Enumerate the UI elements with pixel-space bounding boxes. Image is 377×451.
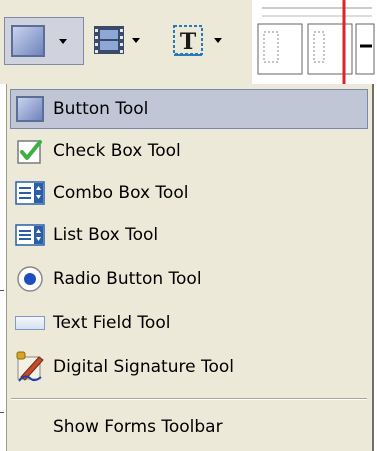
menu-item-label: List Box Tool bbox=[53, 225, 159, 245]
menu-item-radio-button-tool[interactable]: Radio Button Tool bbox=[11, 260, 367, 298]
menu-separator bbox=[11, 398, 367, 400]
radio-button-icon bbox=[15, 264, 45, 294]
button-tool-icon bbox=[11, 25, 45, 57]
button-tool-dropdown[interactable] bbox=[4, 17, 84, 65]
combo-box-icon bbox=[15, 178, 45, 208]
text-tool-dropdown[interactable]: T bbox=[168, 17, 246, 63]
menu-item-button-tool[interactable]: Button Tool bbox=[10, 89, 368, 129]
chevron-down-icon bbox=[59, 38, 67, 44]
menu-item-label: Radio Button Tool bbox=[53, 269, 202, 289]
chevron-down-icon bbox=[214, 37, 222, 43]
menu-item-label: Button Tool bbox=[53, 99, 149, 119]
menu-item-combo-box-tool[interactable]: Combo Box Tool bbox=[11, 174, 367, 212]
empty-icon-slot bbox=[15, 412, 45, 442]
svg-text:T: T bbox=[180, 29, 197, 55]
menu-item-label: Show Forms Toolbar bbox=[53, 417, 223, 437]
check-box-icon bbox=[15, 136, 45, 166]
edge-tick bbox=[0, 290, 4, 291]
text-box-icon: T bbox=[173, 25, 203, 56]
menu-item-list-box-tool[interactable]: List Box Tool bbox=[11, 216, 367, 254]
list-box-icon bbox=[15, 220, 45, 250]
forms-toolbar: T bbox=[0, 0, 253, 84]
menu-item-show-forms-toolbar[interactable]: Show Forms Toolbar bbox=[11, 408, 367, 446]
menu-item-label: Combo Box Tool bbox=[53, 183, 189, 203]
menu-item-label: Check Box Tool bbox=[53, 141, 181, 161]
menu-item-digital-signature-tool[interactable]: Digital Signature Tool bbox=[11, 348, 367, 386]
button-tool-icon bbox=[15, 94, 45, 124]
film-strip-icon bbox=[94, 26, 124, 54]
edge-tick bbox=[0, 412, 4, 413]
forms-tool-menu: Button Tool Check Box Tool Combo Box Too… bbox=[6, 84, 374, 451]
chevron-down-icon bbox=[132, 37, 140, 43]
menu-item-check-box-tool[interactable]: Check Box Tool bbox=[11, 132, 367, 170]
menu-item-label: Digital Signature Tool bbox=[53, 357, 234, 377]
text-field-icon bbox=[15, 308, 45, 338]
menu-item-text-field-tool[interactable]: Text Field Tool bbox=[11, 304, 367, 342]
menu-item-label: Text Field Tool bbox=[53, 313, 171, 333]
digital-signature-icon bbox=[15, 351, 45, 382]
media-tool-dropdown[interactable] bbox=[92, 17, 160, 63]
document-preview bbox=[252, 0, 377, 84]
